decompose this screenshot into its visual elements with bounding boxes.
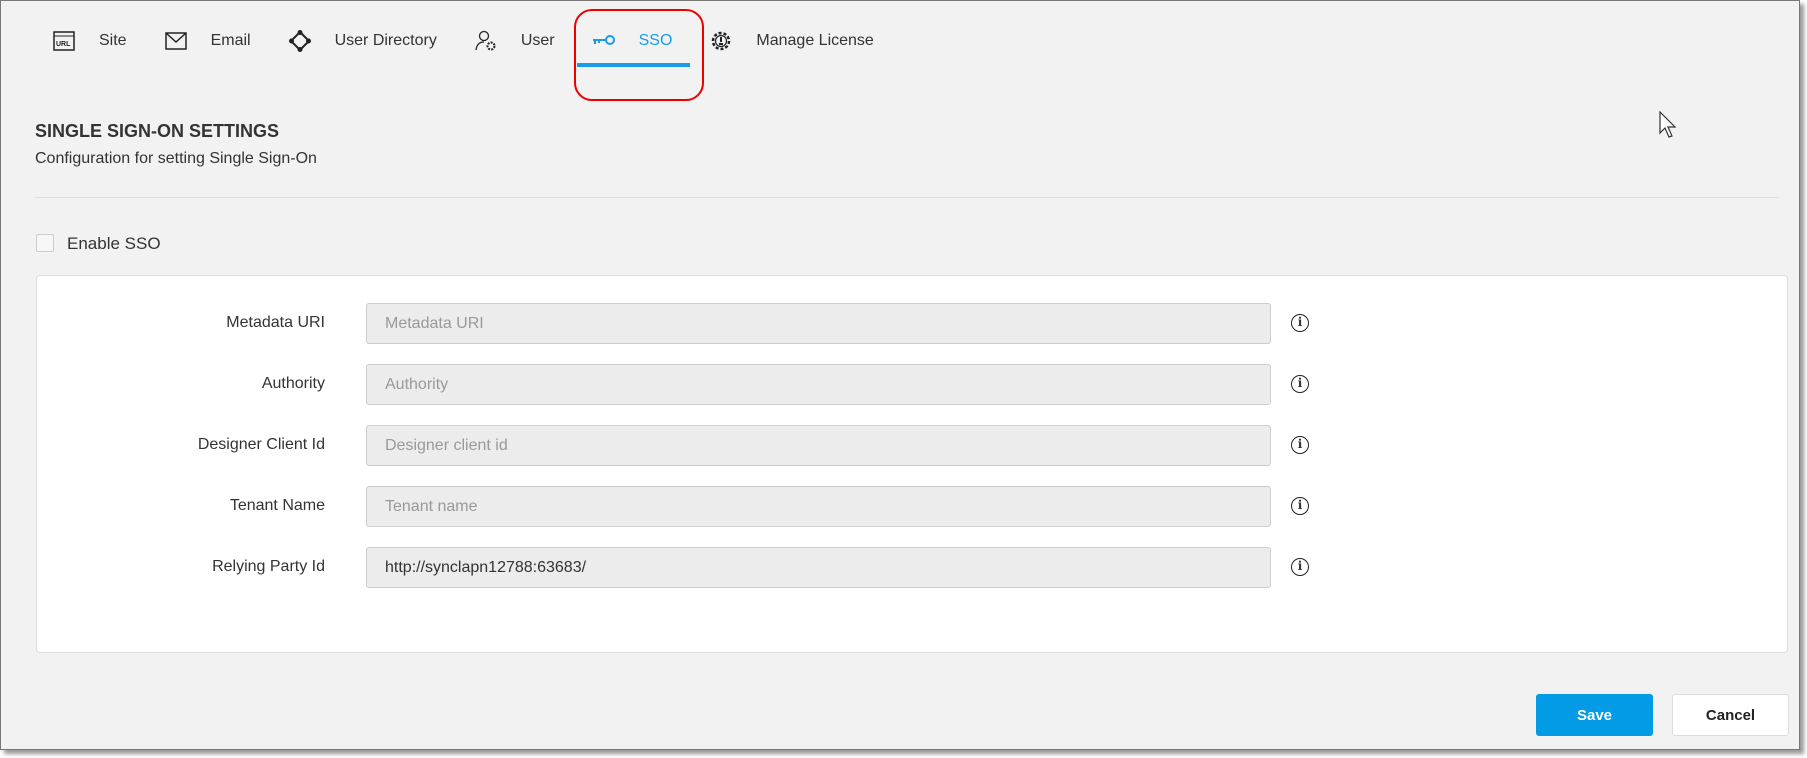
settings-window: URL Site Email User Directory User SSO Ma… — [0, 0, 1800, 750]
tab-site[interactable]: URL Site — [51, 23, 127, 59]
url-icon: URL — [51, 30, 77, 52]
tab-label: User Directory — [334, 32, 437, 49]
info-icon[interactable]: i — [1291, 497, 1309, 515]
cancel-button[interactable]: Cancel — [1672, 694, 1789, 736]
form-row-metadata-uri: Metadata URI i — [37, 303, 1787, 344]
directory-icon — [287, 30, 313, 52]
tab-manage-license[interactable]: Manage License — [708, 23, 874, 59]
user-gear-icon — [473, 30, 499, 52]
form-row-designer-client-id: Designer Client Id i — [37, 425, 1787, 466]
tab-label: User — [520, 32, 555, 49]
designer-client-id-input[interactable] — [366, 425, 1271, 466]
page-title: SINGLE SIGN-ON SETTINGS — [35, 121, 280, 141]
form-row-authority: Authority i — [37, 364, 1787, 405]
enable-sso-checkbox[interactable] — [36, 234, 54, 252]
field-label: Designer Client Id — [197, 436, 325, 453]
mouse-cursor-icon — [1659, 111, 1677, 138]
license-gear-icon — [708, 30, 734, 52]
relying-party-id-input[interactable] — [366, 547, 1271, 588]
save-button[interactable]: Save — [1536, 694, 1653, 736]
field-label: Metadata URI — [226, 314, 325, 331]
tab-label: Site — [99, 32, 127, 49]
info-icon[interactable]: i — [1291, 375, 1309, 393]
metadata-uri-input[interactable] — [366, 303, 1271, 344]
tab-bar: URL Site Email User Directory User SSO Ma… — [51, 23, 910, 71]
tab-user[interactable]: User — [473, 23, 555, 59]
page-subtitle: Configuration for setting Single Sign-On — [35, 150, 317, 167]
info-icon[interactable]: i — [1291, 314, 1309, 332]
tab-email[interactable]: Email — [163, 23, 251, 59]
sso-tab-highlight — [574, 9, 704, 101]
info-icon[interactable]: i — [1291, 558, 1309, 576]
info-icon[interactable]: i — [1291, 436, 1309, 454]
tab-user-directory[interactable]: User Directory — [287, 23, 437, 59]
form-row-tenant-name: Tenant Name i — [37, 486, 1787, 527]
field-label: Tenant Name — [229, 497, 325, 514]
field-label: Authority — [261, 375, 325, 392]
enable-sso-label: Enable SSO — [67, 234, 161, 253]
envelope-icon — [163, 30, 189, 52]
authority-input[interactable] — [366, 364, 1271, 405]
sso-form-panel: Metadata URI i Authority i Designer Clie… — [36, 275, 1788, 653]
tenant-name-input[interactable] — [366, 486, 1271, 527]
field-label: Relying Party Id — [212, 558, 325, 575]
form-row-relying-party-id: Relying Party Id i — [37, 547, 1787, 588]
divider — [35, 197, 1779, 198]
svg-text:URL: URL — [56, 41, 71, 48]
tab-label: Manage License — [756, 32, 874, 49]
tab-label: Email — [210, 32, 251, 49]
